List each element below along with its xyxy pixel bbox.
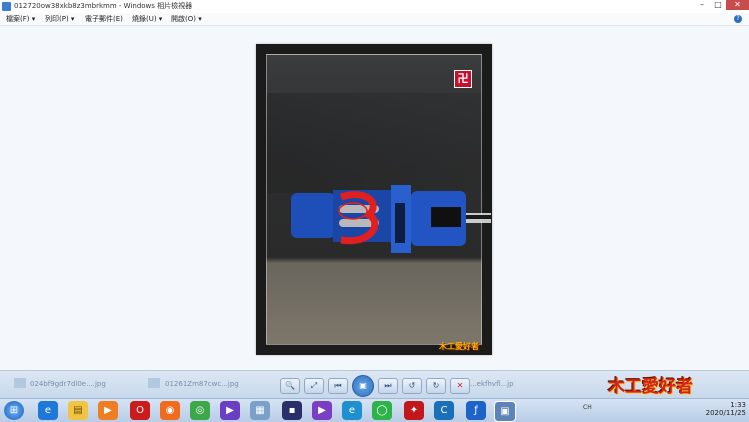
photo-viewer-task-icon[interactable]: ▣: [494, 401, 516, 422]
thumbnail-label-right[interactable]: ...ekfhvfl...jp: [470, 380, 514, 388]
delete-icon[interactable]: ✕: [450, 378, 470, 394]
clock-date: 2020/11/25: [705, 409, 746, 417]
thumbnail-label-mid[interactable]: 01261Zm87cwc...jpg: [165, 380, 239, 388]
photo-content: [266, 54, 491, 345]
chrome-icon[interactable]: ◎: [190, 401, 210, 420]
store-icon[interactable]: ▪: [282, 401, 302, 420]
rotate-left-icon[interactable]: ↺: [402, 378, 422, 394]
help-icon[interactable]: ?: [734, 15, 742, 23]
ie-icon[interactable]: e: [38, 401, 58, 420]
start-button[interactable]: ⊞: [4, 401, 24, 420]
visual-studio-icon[interactable]: ▶: [220, 401, 240, 420]
maximize-button[interactable]: □: [710, 0, 726, 10]
menu-file[interactable]: 檔案(F) ▾: [6, 14, 35, 24]
photo-viewer-icon: [2, 2, 11, 11]
rotate-right-icon[interactable]: ↻: [426, 378, 446, 394]
clock[interactable]: 1:33 2020/11/25: [700, 401, 746, 417]
thumbnail-label-left[interactable]: 024bf9gdr7dl0e....jpg: [30, 380, 106, 388]
photo-background: [267, 93, 481, 193]
vise-image: [291, 185, 491, 253]
filmstrip-bar: 024bf9gdr7dl0e....jpg 01261Zm87cwc...jpg…: [0, 370, 749, 399]
fit-window-icon[interactable]: ⤢: [304, 378, 324, 394]
antivirus-icon[interactable]: ✦: [404, 401, 424, 420]
line-icon[interactable]: ◯: [372, 401, 392, 420]
menu-burn[interactable]: 燒錄(U) ▾: [132, 14, 162, 24]
file-explorer-icon[interactable]: ▤: [68, 401, 88, 420]
playback-controls: 🔍 ⤢ ⏮ ▣ ⏭ ↺ ↻ ✕: [280, 375, 470, 397]
thumbnail-icon[interactable]: [148, 378, 160, 388]
menu-print[interactable]: 列印(P) ▾: [45, 14, 74, 24]
title-bar: 012720ow38xkb8z3mbrkmm - Windows 相片檢視器 –…: [0, 0, 749, 14]
menu-open[interactable]: 開啟(O) ▾: [171, 14, 202, 24]
clock-time: 1:33: [730, 401, 746, 409]
next-icon[interactable]: ⏭: [378, 378, 398, 394]
slideshow-button[interactable]: ▣: [352, 375, 374, 397]
watermark-logo: 木工愛好者: [439, 342, 479, 351]
media-player-icon[interactable]: ▶: [98, 401, 118, 420]
flash-icon[interactable]: ƒ: [466, 401, 486, 420]
taskbar: ⊞ e ▤ ▶ O ◉ ◎ ▶ ▦ ▪ ▶ e ◯ ✦ C ƒ ▣ CH 1:3…: [0, 398, 749, 422]
thumbnail-icon[interactable]: [14, 378, 26, 388]
firefox-icon[interactable]: ◉: [160, 401, 180, 420]
close-button[interactable]: ✕: [726, 0, 749, 10]
app-window-icon[interactable]: ▦: [250, 401, 270, 420]
zoom-icon[interactable]: 🔍: [280, 378, 300, 394]
watermark-seal: 卍: [454, 70, 472, 88]
menu-email[interactable]: 電子郵件(E): [85, 14, 123, 24]
minimize-button[interactable]: –: [694, 0, 710, 10]
input-language-indicator[interactable]: CH: [583, 404, 592, 411]
opera-icon[interactable]: O: [130, 401, 150, 420]
vs-code-icon[interactable]: ▶: [312, 401, 332, 420]
menu-bar: 檔案(F) ▾ 列印(P) ▾ 電子郵件(E) 燒錄(U) ▾ 開啟(O) ▾ …: [0, 13, 749, 26]
photo: 卍 木工愛好者: [256, 44, 492, 355]
image-viewer-area: 卍 木工愛好者: [0, 26, 749, 370]
ccleaner-icon[interactable]: C: [434, 401, 454, 420]
window-title: 012720ow38xkb8z3mbrkmm - Windows 相片檢視器: [14, 2, 193, 10]
edge-icon[interactable]: e: [342, 401, 362, 420]
previous-icon[interactable]: ⏮: [328, 378, 348, 394]
brand-logo: 木工愛好者: [608, 377, 693, 397]
